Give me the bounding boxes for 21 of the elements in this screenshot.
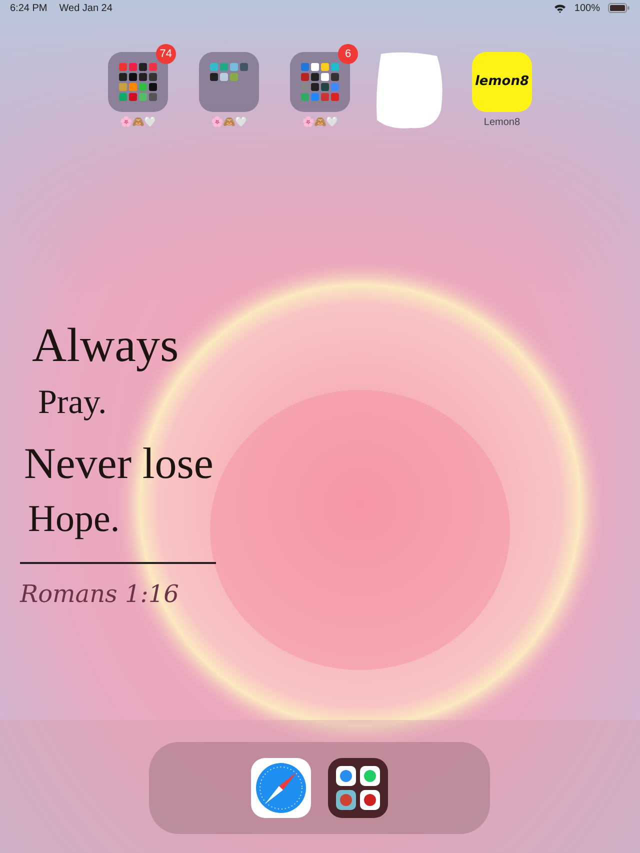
logo-text: lemon8	[474, 74, 530, 90]
quote-text: Always	[32, 322, 180, 370]
folder-label: 🌸🙈🤍	[301, 116, 339, 130]
status-time: 6:24 PM	[10, 2, 48, 16]
app-grid-drawing	[118, 62, 158, 102]
status-date: Wed Jan 24	[59, 2, 112, 16]
app-label: Lemon8	[482, 116, 522, 130]
quote-text: Never lose	[24, 442, 214, 486]
app-icon[interactable]: lemon8	[472, 52, 532, 112]
battery-percent: 100%	[574, 2, 600, 16]
compass-icon[interactable]	[251, 758, 311, 818]
folder-label: 🌸🙈🤍	[119, 116, 157, 130]
folder-icon[interactable]	[328, 758, 388, 818]
app-grid-drawing	[300, 62, 340, 102]
verse-reference: Romans 1:16	[20, 579, 180, 610]
battery-icon	[608, 3, 630, 13]
folder-label: 🌸🙈🤍	[210, 116, 248, 130]
app-grid-drawing	[209, 62, 249, 82]
quote-text: Pray.	[38, 386, 108, 420]
quote-text: Hope.	[28, 500, 121, 538]
wifi-icon	[554, 4, 566, 12]
